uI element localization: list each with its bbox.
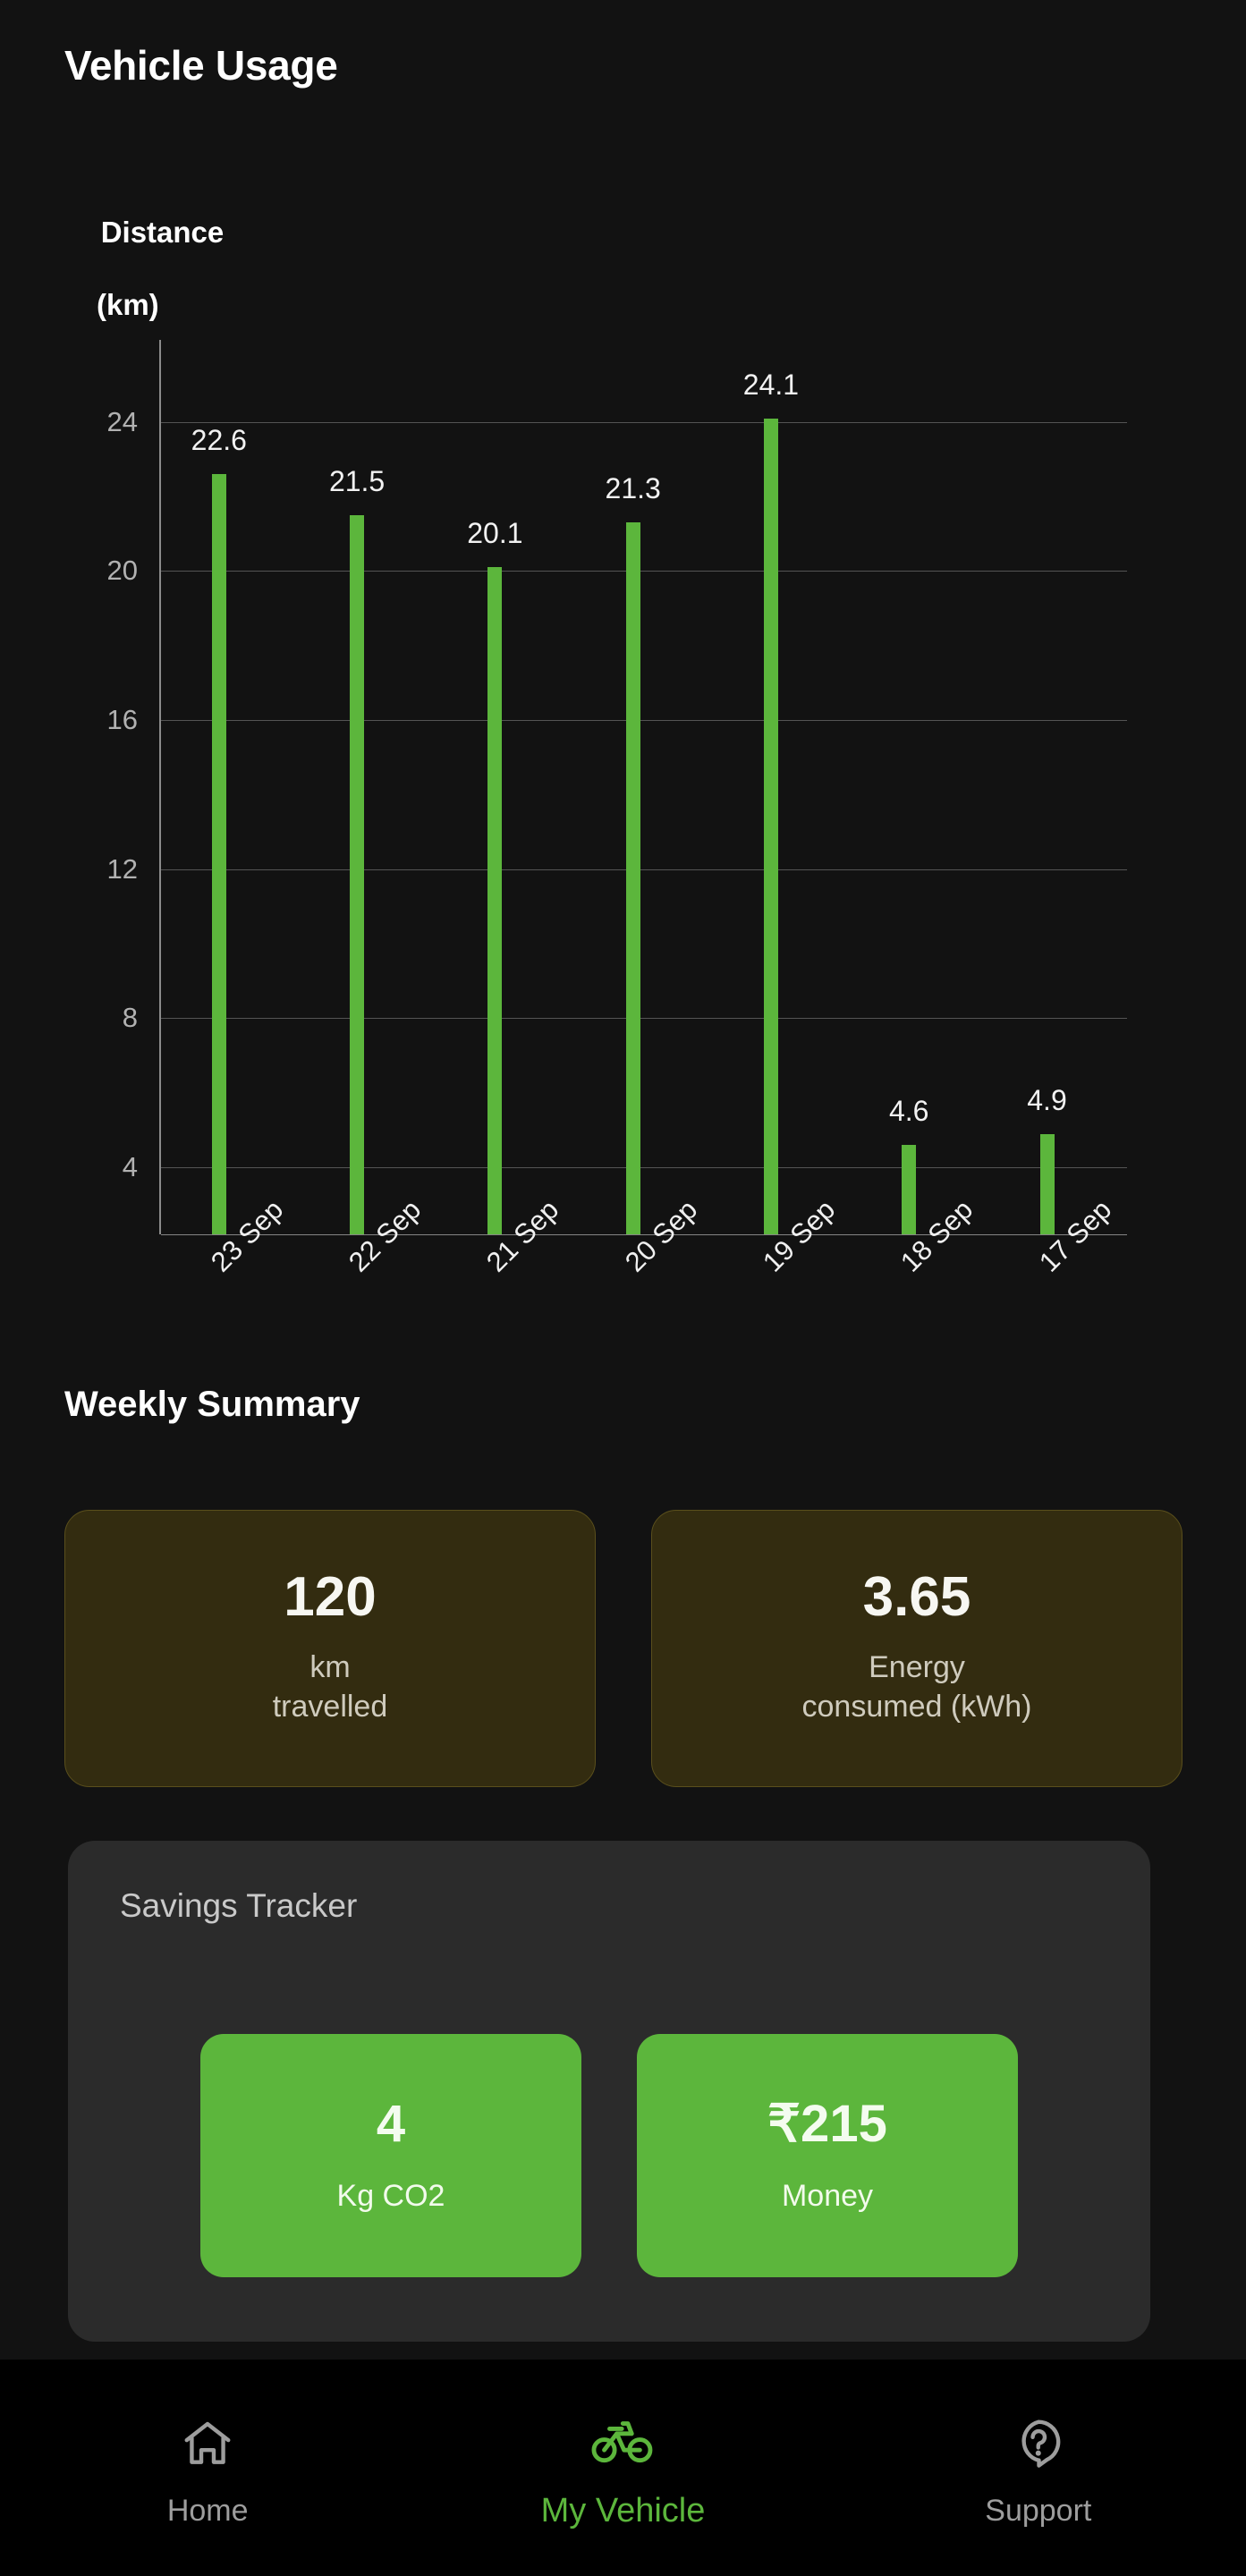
savings-chip-money[interactable]: ₹215 Money [637, 2034, 1018, 2277]
chart-bar-value-label: 4.6 [888, 1095, 929, 1127]
summary-card-caption: Energy consumed (kWh) [801, 1650, 1032, 1724]
savings-chip-value: 4 [376, 2094, 406, 2153]
nav-item-support[interactable]: Support [831, 2407, 1246, 2529]
chart-y-tick-label: 24 [106, 405, 138, 437]
savings-chip-caption: Kg CO2 [336, 2178, 445, 2213]
savings-chip-value: ₹215 [767, 2094, 887, 2153]
summary-card-caption: km travelled [272, 1650, 388, 1724]
chart-plot: 4 8 12 16 20 24 22.6 21.5 20.1 21.3 24.1 4.6 4.9 23… [107, 340, 1127, 1278]
chart-bar-value-label: 21.3 [605, 472, 661, 505]
page-title: Vehicle Usage [64, 42, 338, 89]
chart-bar-value-label: 24.1 [742, 368, 800, 401]
summary-card-distance[interactable]: 120 km travelled [64, 1510, 596, 1787]
chart-y-tick-label: 20 [106, 555, 138, 587]
savings-tracker-chips: 4 Kg CO2 ₹215 Money [200, 2034, 1018, 2277]
savings-tracker-card: Savings Tracker 4 Kg CO2 ₹215 Money [68, 1841, 1150, 2342]
savings-chip-caption: Money [781, 2178, 874, 2213]
bottom-navigation-bar: Home My Vehicle Support [0, 2360, 1246, 2576]
nav-item-label: Home [166, 2494, 249, 2528]
summary-card-value: 120 [284, 1566, 377, 1629]
chart-bar[interactable] [350, 514, 365, 1234]
chart-bar[interactable] [625, 522, 640, 1234]
distance-bar-chart: 4 8 12 16 20 24 22.6 21.5 20.1 21.3 24.1 4.6 4.9 23… [0, 322, 1246, 1324]
nav-item-label: Support [985, 2494, 1092, 2528]
savings-tracker-title: Savings Tracker [120, 1887, 358, 1924]
chart-bar-value-label: 22.6 [191, 424, 247, 456]
chart-y-tick-label: 12 [106, 852, 138, 885]
home-icon [180, 2416, 235, 2476]
chart-y-tick-label: 16 [106, 704, 138, 735]
weekly-summary-cards: 120 km travelled 3.65 Energy consumed (k… [64, 1510, 1182, 1787]
chart-bar-value-label: 4.9 [1027, 1083, 1067, 1116]
savings-chip-co2[interactable]: 4 Kg CO2 [200, 2034, 581, 2277]
chart-y-tick-label: 4 [122, 1151, 138, 1182]
chart-bar[interactable] [211, 474, 226, 1234]
chart-bar-value-label: 20.1 [467, 517, 523, 550]
chart-bar[interactable] [1039, 1133, 1055, 1234]
nav-item-home[interactable]: Home [0, 2407, 415, 2529]
chart-y-axis-label-line1: Distance [100, 216, 225, 250]
weekly-summary-title: Weekly Summary [64, 1385, 360, 1424]
chart-bar[interactable] [902, 1145, 917, 1234]
chart-y-tick-label: 8 [122, 1002, 138, 1034]
summary-card-energy[interactable]: 3.65 Energy consumed (kWh) [651, 1510, 1182, 1787]
chart-plot-area: 4 8 12 16 20 24 22.6 21.5 20.1 21.3 24.1 4.6 4.9 23… [107, 340, 1127, 1278]
nav-item-label: My Vehicle [540, 2492, 706, 2529]
vehicle-usage-screen: Vehicle Usage Distance (km) 4 8 12 16 20 24 2… [0, 0, 1246, 2576]
chart-bar[interactable] [763, 418, 778, 1234]
chart-y-axis-label-line2: (km) [97, 287, 159, 321]
help-bubble-icon [1011, 2416, 1066, 2476]
chart-bar-value-label: 21.5 [328, 464, 386, 497]
chart-bars: 22.6 21.5 20.1 21.3 24.1 4.6 4.9 [161, 340, 1127, 1234]
summary-card-value: 3.65 [862, 1566, 971, 1629]
bicycle-icon [591, 2414, 654, 2474]
nav-item-my-vehicle[interactable]: My Vehicle [415, 2405, 830, 2530]
chart-bar[interactable] [487, 567, 503, 1234]
